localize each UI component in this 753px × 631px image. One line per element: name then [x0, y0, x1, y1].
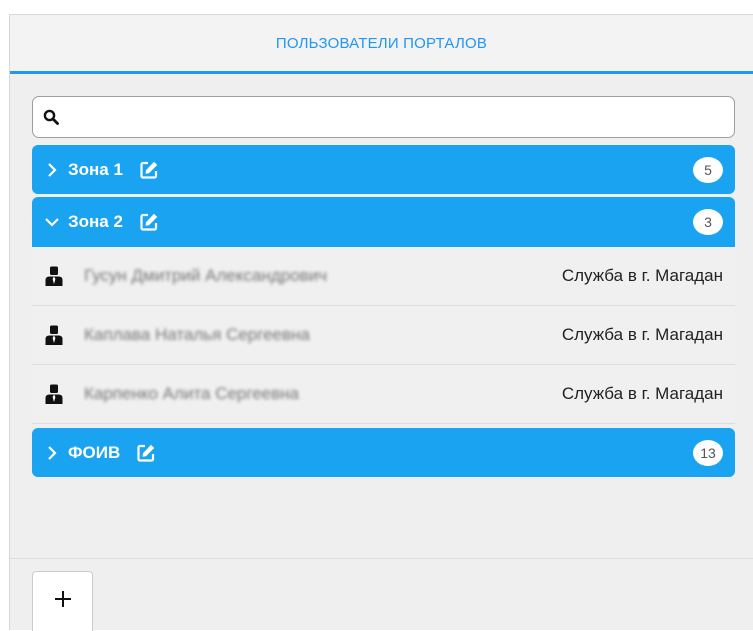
user-org: Служба в г. Магадан [561, 325, 723, 344]
add-button[interactable] [32, 571, 93, 631]
user-org: Служба в г. Магадан [561, 266, 723, 285]
user-org: Служба в г. Магадан [561, 384, 723, 403]
edit-icon[interactable] [139, 160, 159, 180]
user-row[interactable]: Каплава Наталья Сергеевна Служба в г. Ма… [32, 306, 735, 365]
user-row[interactable]: Карпенко Алита Сергеевна Служба в г. Маг… [32, 365, 735, 424]
group-header-zone-2[interactable]: Зона 2 3 [32, 197, 735, 247]
user-icon [44, 384, 64, 404]
panel-title: ПОЛЬЗОВАТЕЛИ ПОРТАЛОВ [275, 34, 488, 52]
search-icon [43, 109, 59, 125]
user-icon [44, 325, 64, 345]
group-header-zone-1[interactable]: Зона 1 5 [32, 145, 735, 194]
user-name: Карпенко Алита Сергеевна [84, 384, 299, 403]
group-name: Зона 2 [68, 212, 123, 231]
group-header-foiv[interactable]: ФОИВ 13 [32, 428, 735, 477]
count-badge: 5 [693, 156, 723, 183]
group-name: ФОИВ [68, 442, 121, 462]
user-list-zone-2: Гусун Дмитрий Александрович Служба в г. … [32, 247, 735, 424]
user-name: Каплава Наталья Сергеевна [84, 325, 310, 344]
plus-icon [53, 589, 73, 614]
count-badge: 3 [693, 209, 723, 235]
chevron-right-icon [44, 445, 60, 461]
chevron-right-icon [44, 162, 60, 178]
group-list: Зона 1 5 Зона 2 3 Гусун Дмитрий Александ… [32, 145, 735, 477]
user-icon [44, 266, 64, 286]
user-row[interactable]: Гусун Дмитрий Александрович Служба в г. … [32, 247, 735, 306]
count-badge: 13 [693, 439, 723, 466]
search-input[interactable] [67, 99, 734, 135]
chevron-down-icon [44, 214, 60, 230]
user-name: Гусун Дмитрий Александрович [84, 266, 328, 285]
group-name: Зона 1 [68, 159, 123, 179]
search-box[interactable] [32, 96, 735, 138]
portal-users-panel: ПОЛЬЗОВАТЕЛИ ПОРТАЛОВ Зона 1 5 Зона 2 3 … [9, 14, 753, 631]
footer-divider [10, 558, 753, 559]
edit-icon[interactable] [136, 443, 156, 463]
edit-icon[interactable] [139, 212, 159, 232]
panel-header: ПОЛЬЗОВАТЕЛИ ПОРТАЛОВ [10, 15, 753, 74]
